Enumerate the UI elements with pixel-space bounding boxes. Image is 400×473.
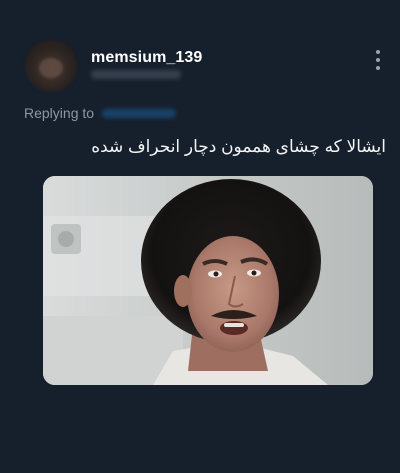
tweet-text: ایشالا که چشای هممون دچار انحراف شده [91, 137, 386, 156]
user-handle-blurred [91, 70, 181, 79]
username[interactable]: memsium_139 [91, 49, 202, 67]
more-options-icon[interactable] [368, 48, 388, 72]
replying-to-label: Replying to [24, 105, 95, 121]
tweet-media-image[interactable] [43, 176, 373, 385]
replying-to-handle-blurred[interactable] [102, 109, 176, 118]
user-avatar[interactable] [25, 40, 77, 92]
